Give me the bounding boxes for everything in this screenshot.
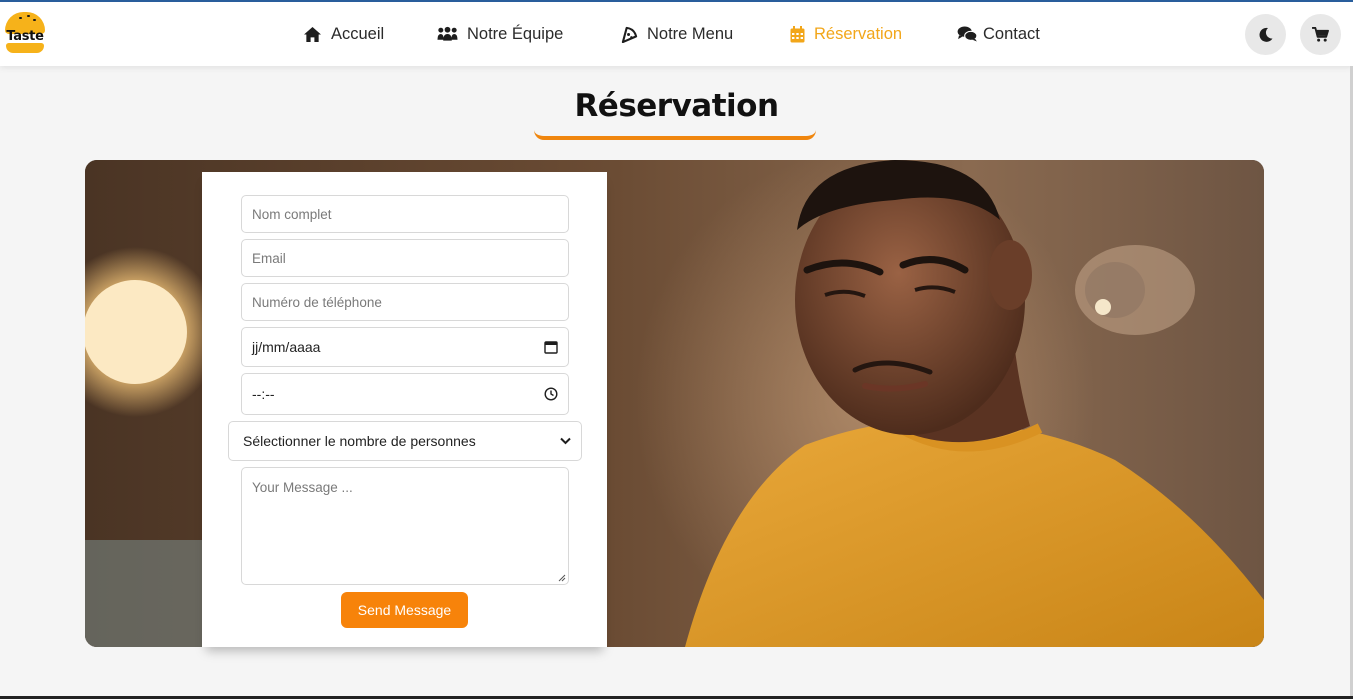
send-message-button[interactable]: Send Message: [341, 592, 468, 628]
message-placeholder: Your Message ...: [252, 480, 353, 495]
nav-label: Notre Menu: [647, 24, 734, 43]
phone-input[interactable]: [252, 294, 558, 310]
date-field[interactable]: jj/mm/aaaa: [241, 327, 569, 367]
time-value: --:--: [252, 386, 275, 402]
date-value: jj/mm/aaaa: [252, 339, 321, 355]
theme-toggle-button[interactable]: [1245, 14, 1286, 55]
main-nav: Accueil Notre Équipe Notre Menu Réservat…: [0, 2, 1353, 66]
calendar-icon: [790, 25, 805, 42]
nav-label: Réservation: [814, 24, 903, 43]
time-field[interactable]: --:--: [241, 373, 569, 415]
nav-label: Contact: [983, 24, 1040, 43]
nav-item-equipe[interactable]: Notre Équipe: [437, 22, 563, 46]
name-field[interactable]: [241, 195, 569, 233]
guests-select[interactable]: Sélectionner le nombre de personnes: [228, 421, 582, 461]
email-input[interactable]: [252, 250, 558, 266]
resize-grip-icon[interactable]: [558, 574, 566, 582]
pizza-icon: [621, 26, 638, 43]
nav-label: Notre Équipe: [467, 24, 564, 43]
cart-button[interactable]: [1300, 14, 1341, 55]
calendar-picker-icon[interactable]: [544, 340, 558, 354]
nav-label: Accueil: [331, 24, 385, 43]
name-input[interactable]: [252, 206, 558, 222]
cart-icon: [1312, 27, 1329, 42]
users-icon: [437, 26, 458, 41]
nav-item-menu[interactable]: Notre Menu: [621, 22, 733, 46]
phone-field[interactable]: [241, 283, 569, 321]
reservation-form: jj/mm/aaaa --:-- Sélectionner le nombre …: [202, 172, 607, 647]
navbar: Taste Accueil Notre Équipe Notre Menu Ré…: [0, 2, 1353, 66]
clock-icon[interactable]: [544, 387, 558, 401]
title-underline: [534, 130, 816, 140]
home-icon: [304, 26, 321, 42]
page-title: Réservation: [574, 88, 779, 124]
nav-item-accueil[interactable]: Accueil: [303, 22, 384, 46]
nav-item-reservation[interactable]: Réservation: [790, 22, 902, 46]
email-field[interactable]: [241, 239, 569, 277]
guests-selected-value: Sélectionner le nombre de personnes: [243, 433, 476, 449]
comments-icon: [957, 26, 978, 42]
moon-icon: [1259, 27, 1272, 42]
chevron-down-icon: [560, 437, 571, 445]
message-textarea[interactable]: Your Message ...: [241, 467, 569, 585]
nav-item-contact[interactable]: Contact: [957, 22, 1040, 46]
